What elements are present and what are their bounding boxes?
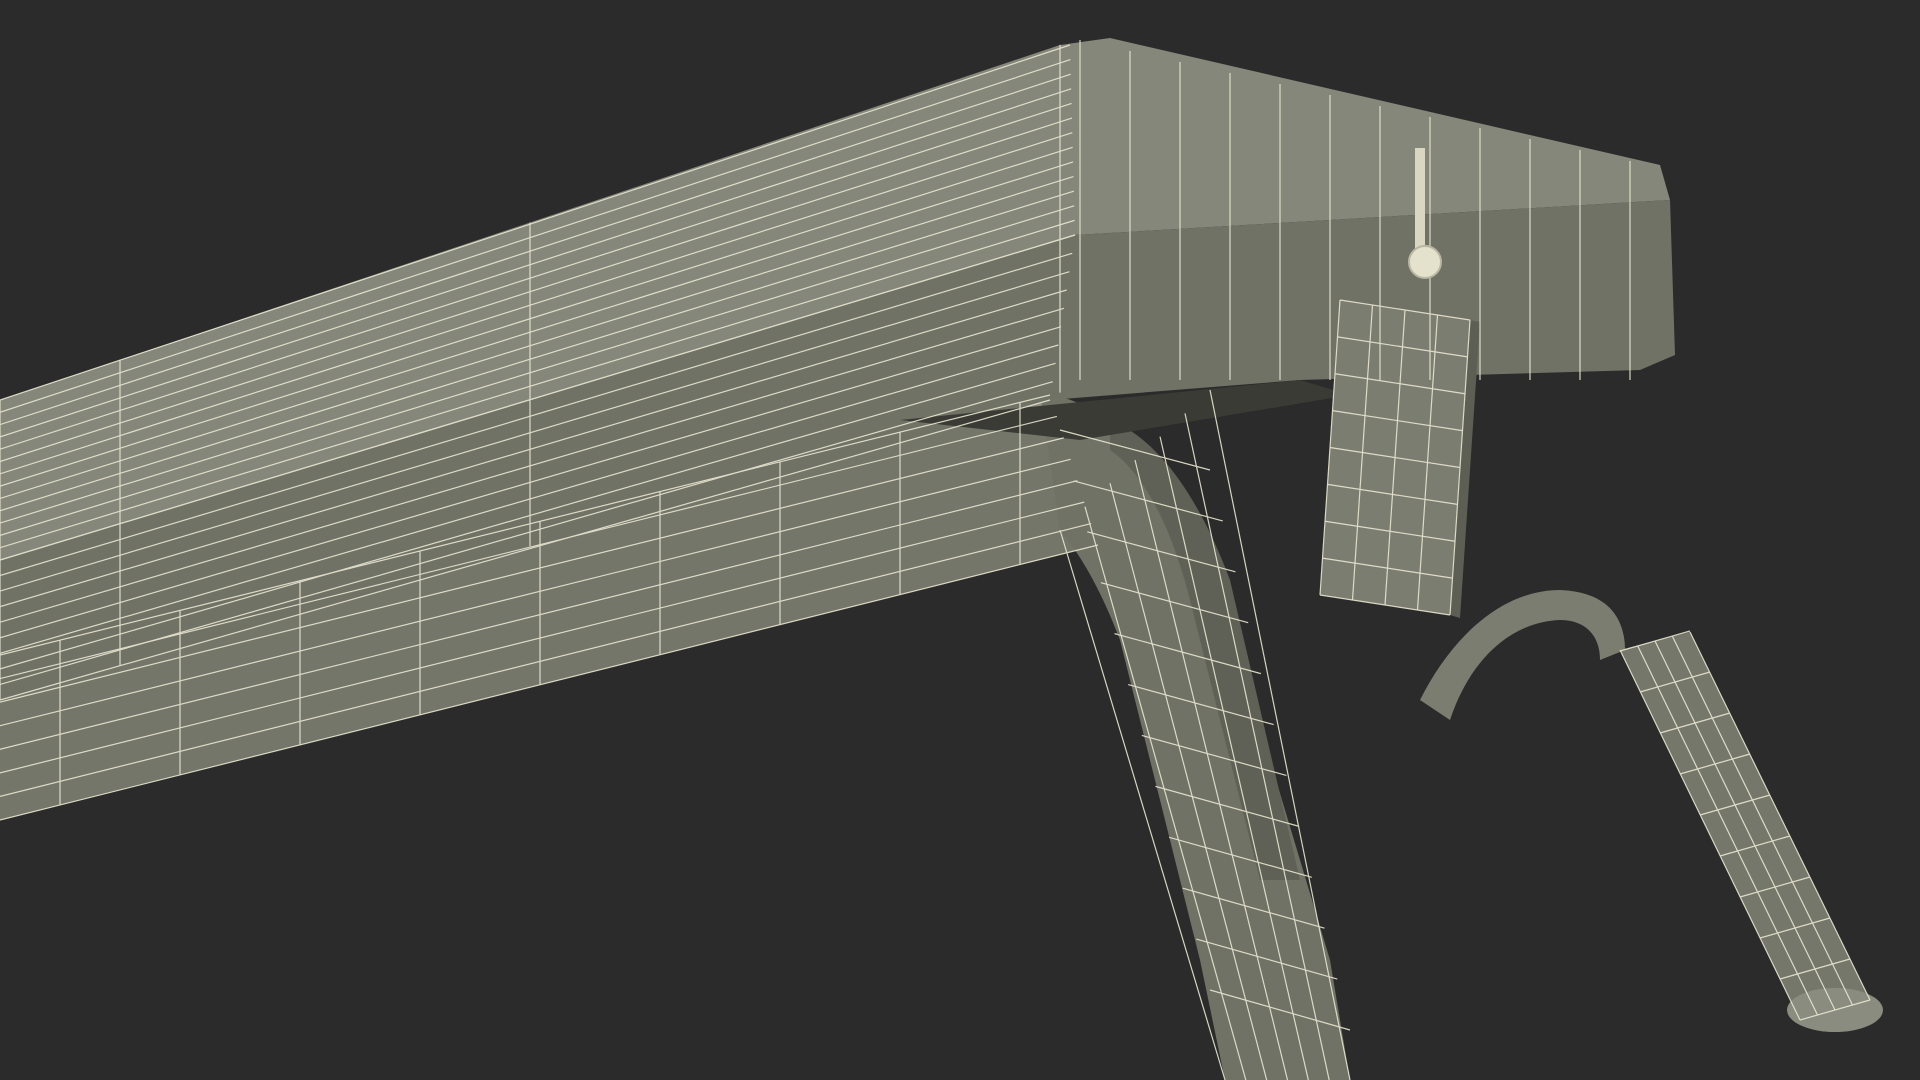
- knob-stem: [1415, 148, 1425, 248]
- wireframe-render: [0, 0, 1920, 1080]
- knob-head: [1408, 245, 1442, 279]
